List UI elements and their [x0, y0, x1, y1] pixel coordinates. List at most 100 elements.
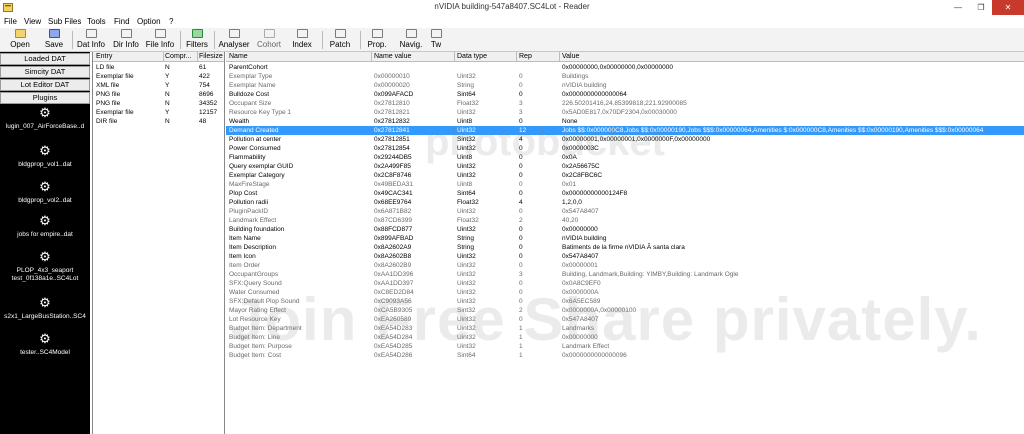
maximize-button[interactable]: ❐	[970, 0, 992, 15]
entry-row[interactable]: DIR file N 48	[93, 118, 224, 127]
prop-name-cell: Mayor Rating Effect	[229, 307, 286, 314]
property-row[interactable]: MaxFireStage 0x49BEDA31 Uint8 0 0x01	[226, 180, 1024, 189]
loaded-dat-button[interactable]: Loaded DAT	[0, 53, 90, 65]
property-row[interactable]: Budget Item: Purpose 0xEA54D285 Uint32 1 Lan…	[226, 342, 1024, 351]
entry-row[interactable]: PNG file N 8696	[93, 91, 224, 100]
prop-name-cell: Flammability	[229, 154, 266, 161]
navig-button[interactable]: Navig.	[397, 29, 425, 51]
patch-button[interactable]: Patch	[327, 29, 353, 51]
property-row[interactable]: Exemplar Type 0x00000010 Uint32 0 Buildings	[226, 72, 1024, 81]
property-row[interactable]: Pollution at center 0x27812851 Sint32 4 0x00…	[226, 135, 1024, 144]
entry-row[interactable]: Exemplar file Y 422	[93, 73, 224, 82]
entry-row[interactable]: Exemplar file Y 12157	[93, 109, 224, 118]
property-row[interactable]: Item Name 0x899AFBAD String 0 nVIDIA buildin…	[226, 234, 1024, 243]
property-row[interactable]: Lot Resource Key 0xEA260589 Uint32 0 0x547A8…	[226, 315, 1024, 324]
property-row[interactable]: Item Description 0x8A2602A9 String 0 Batimen…	[226, 243, 1024, 252]
minimize-button[interactable]: —	[948, 0, 968, 15]
save-button[interactable]: Save	[40, 29, 68, 51]
plugin-item[interactable]: ⚙ lugin_007_AirForceBase..d	[0, 106, 90, 144]
column-header-name-value[interactable]: Name value	[374, 53, 411, 60]
plugin-item[interactable]: ⚙ PLOP_4x3_seaport test_0f138a1e..SC4Lot	[0, 250, 90, 290]
property-row[interactable]: Item Icon 0x8A2602B8 Uint32 0 0x547A8407	[226, 252, 1024, 261]
cohort-button[interactable]: Cohort	[254, 29, 284, 51]
index-button[interactable]: Index	[289, 29, 315, 51]
property-row[interactable]: SFX:Default Plop Sound 0xC9093A56 Uint32 0 0…	[226, 297, 1024, 306]
prop-rep-cell: 0	[519, 262, 523, 269]
property-row[interactable]: Budget Item: Department 0xEA54D283 Uint32 1…	[226, 324, 1024, 333]
menu-help[interactable]: ?	[169, 17, 173, 26]
prop-value-cell: Batiments de la firme nVIDIA Ã santa cla…	[562, 244, 685, 251]
property-row[interactable]: Exemplar Category 0x2C8F8746 Uint32 0 0x2C8F…	[226, 171, 1024, 180]
plugin-item[interactable]: ⚙ bldgprop_vol1..dat	[0, 144, 90, 182]
entry-type-cell: DIR file	[96, 118, 118, 125]
column-header-rep[interactable]: Rep	[519, 53, 532, 60]
column-divider[interactable]	[516, 52, 517, 62]
property-row[interactable]: Item Order 0x8A2602B9 Uint32 0 0x00000001	[226, 261, 1024, 270]
analyser-button[interactable]: Analyser	[217, 29, 251, 51]
property-row[interactable]: Bulldoze Cost 0x099AFACD Sint64 0 0x00000000…	[226, 90, 1024, 99]
property-row[interactable]: SFX:Query Sound 0xAA1DD397 Uint32 0 0x0A8C9E…	[226, 279, 1024, 288]
entry-type-cell: LD file	[96, 64, 115, 71]
property-row[interactable]: Wealth 0x27812832 Uint8 0 None	[226, 117, 1024, 126]
prop-button[interactable]: Prop.	[365, 29, 389, 51]
property-row[interactable]: Occupant Size 0x27812810 Float32 3 226.50201…	[226, 99, 1024, 108]
column-header-entry[interactable]: Entry	[96, 53, 112, 60]
column-header-compressed[interactable]: Compr...	[165, 53, 191, 60]
plugins-button[interactable]: Plugins	[0, 92, 90, 104]
prop-name-value-cell: 0xEA54D285	[374, 343, 413, 350]
property-row[interactable]: Budget Item: Cost 0xEA54D286 Sint64 1 0x0000…	[226, 351, 1024, 360]
property-row[interactable]: Budget Item: Line 0xEA54D284 Uint32 1 0x0000…	[226, 333, 1024, 342]
property-row[interactable]: PluginPackID 0x6A871B82 Uint32 0 0x547A8407	[226, 207, 1024, 216]
menu-option[interactable]: Option	[137, 17, 161, 26]
entry-row[interactable]: LD file N 61	[93, 64, 224, 73]
menu-file[interactable]: File	[4, 17, 17, 26]
plugin-item[interactable]: ⚙ jobs for empire..dat	[0, 214, 90, 252]
prop-data-type-cell: Uint8	[457, 181, 473, 188]
property-row[interactable]: Water Consumed 0xC8ED2D84 Uint32 0 0x0000000…	[226, 288, 1024, 297]
close-button[interactable]: ✕	[992, 0, 1024, 15]
entry-row[interactable]: PNG file N 34352	[93, 100, 224, 109]
column-divider[interactable]	[454, 52, 455, 62]
property-row[interactable]: Plop Cost 0x49CAC341 Sint64 0 0x000000000001…	[226, 189, 1024, 198]
menu-view[interactable]: View	[24, 17, 41, 26]
property-row[interactable]: Exemplar Name 0x00000020 String 0 nVIDIA bui…	[226, 81, 1024, 90]
entry-compressed-cell: N	[165, 91, 170, 98]
entry-row[interactable]: XML file Y 754	[93, 82, 224, 91]
prop-data-type-cell: Uint8	[457, 118, 473, 125]
menu-sub-files[interactable]: Sub Files	[48, 17, 81, 26]
column-header-filesize[interactable]: Filesize	[199, 53, 223, 60]
property-row[interactable]: Resource Key Type 1 0x27812821 Uint32 3 0x5A…	[226, 108, 1024, 117]
property-row[interactable]: Landmark Effect 0x87CD6399 Float32 2 40,20	[226, 216, 1024, 225]
dat-info-button[interactable]: Dat Info	[74, 29, 108, 51]
property-row[interactable]: OccupantGroups 0xAA1DD396 Uint32 3 Building,…	[226, 270, 1024, 279]
prop-rep-cell: 0	[519, 316, 523, 323]
column-header-data-type[interactable]: Data type	[457, 53, 487, 60]
filters-button[interactable]: Filters	[183, 29, 211, 51]
menu-find[interactable]: Find	[114, 17, 130, 26]
column-header-name[interactable]: Name	[229, 53, 248, 60]
menu-tools[interactable]: Tools	[87, 17, 106, 26]
open-button[interactable]: Open	[6, 29, 34, 51]
plugin-item[interactable]: ⚙ tester..SC4Model	[0, 332, 90, 370]
property-row-selected[interactable]: Demand Created 0x27812841 Uint32 12 Jobs $$:…	[226, 126, 1024, 135]
tw-button[interactable]: Tw	[429, 29, 443, 51]
property-row[interactable]: Flammability 0x29244DB5 Uint8 0 0x0A	[226, 153, 1024, 162]
plugin-item[interactable]: ⚙ s2x1_LargeBusStation..SC4	[0, 296, 90, 334]
simcity-dat-button[interactable]: Simcity DAT	[0, 66, 90, 78]
column-divider[interactable]	[197, 52, 198, 62]
property-row[interactable]: Query exemplar GUID 0x2A499F85 Uint32 0 0x2A…	[226, 162, 1024, 171]
column-header-value[interactable]: Value	[562, 53, 579, 60]
column-divider[interactable]	[371, 52, 372, 62]
column-divider[interactable]	[559, 52, 560, 62]
dir-info-button[interactable]: Dir Info	[109, 29, 143, 51]
property-row[interactable]: ParentCohort 0x00000000,0x00000000,0x0000…	[226, 63, 1024, 72]
column-divider[interactable]	[163, 52, 164, 62]
property-row[interactable]: Mayor Rating Effect 0xCA5B9305 Sint32 2 0x00…	[226, 306, 1024, 315]
file-info-button[interactable]: File Info	[144, 29, 176, 51]
prop-value-cell: Building, Landmark,Building: YIMBY,Build…	[562, 271, 739, 278]
lot-editor-dat-button[interactable]: Lot Editor DAT	[0, 79, 90, 91]
property-row[interactable]: Power Consumed 0x27812854 Uint32 0 0x0000003…	[226, 144, 1024, 153]
property-row[interactable]: Building foundation 0x88FCD877 Uint32 0 0x00…	[226, 225, 1024, 234]
prop-data-type-cell: Uint32	[457, 334, 476, 341]
property-row[interactable]: Pollution radii 0x68EE9764 Float32 4 1,2,0,0	[226, 198, 1024, 207]
